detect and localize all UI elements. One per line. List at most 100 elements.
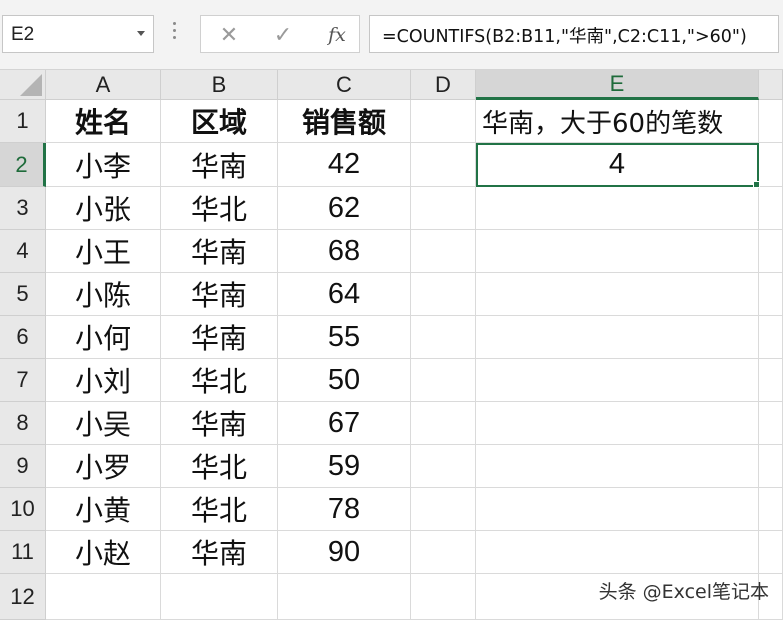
cell-d5[interactable]	[411, 273, 476, 316]
cell-a5[interactable]: 小陈	[46, 273, 161, 316]
cell-b11[interactable]: 华南	[161, 531, 278, 574]
cell-b9[interactable]: 华北	[161, 445, 278, 488]
name-box-value: E2	[11, 24, 35, 45]
cell-a8[interactable]: 小吴	[46, 402, 161, 445]
cell-e3[interactable]	[476, 187, 759, 230]
cell-f2[interactable]	[759, 143, 783, 187]
cell-a10[interactable]: 小黄	[46, 488, 161, 531]
column-header-b[interactable]: B	[161, 70, 278, 100]
cell-d4[interactable]	[411, 230, 476, 273]
cell-f3[interactable]	[759, 187, 783, 230]
cell-b8[interactable]: 华南	[161, 402, 278, 445]
cell-c10[interactable]: 78	[278, 488, 411, 531]
cell-f1[interactable]	[759, 100, 783, 143]
cell-c6[interactable]: 55	[278, 316, 411, 359]
cell-a1[interactable]: 姓名	[46, 100, 161, 143]
cell-a4[interactable]: 小王	[46, 230, 161, 273]
row-header-3[interactable]: 3	[0, 187, 46, 230]
cell-b7[interactable]: 华北	[161, 359, 278, 402]
cell-b1[interactable]: 区域	[161, 100, 278, 143]
row-header-11[interactable]: 11	[0, 531, 46, 574]
cell-f11[interactable]	[759, 531, 783, 574]
select-all-button[interactable]	[0, 70, 46, 100]
cell-c12[interactable]	[278, 574, 411, 620]
cell-d3[interactable]	[411, 187, 476, 230]
cell-f7[interactable]	[759, 359, 783, 402]
column-header-a[interactable]: A	[46, 70, 161, 100]
cell-e7[interactable]	[476, 359, 759, 402]
formula-bar: E2 ✕ ✓ fx =COUNTIFS(B2:B11,"华南",C2:C11,"…	[0, 0, 783, 70]
cell-c9[interactable]: 59	[278, 445, 411, 488]
cell-e6[interactable]	[476, 316, 759, 359]
cell-c8[interactable]: 67	[278, 402, 411, 445]
cell-d10[interactable]	[411, 488, 476, 531]
row-header-2[interactable]: 2	[0, 143, 46, 187]
confirm-icon[interactable]: ✓	[263, 16, 303, 54]
row-header-1[interactable]: 1	[0, 100, 46, 143]
row-header-7[interactable]: 7	[0, 359, 46, 402]
row-header-10[interactable]: 10	[0, 488, 46, 531]
column-header-e[interactable]: E	[476, 70, 759, 100]
cell-a11[interactable]: 小赵	[46, 531, 161, 574]
row-header-8[interactable]: 8	[0, 402, 46, 445]
cell-d9[interactable]	[411, 445, 476, 488]
cell-c3[interactable]: 62	[278, 187, 411, 230]
cancel-icon[interactable]: ✕	[209, 16, 249, 54]
cell-a2[interactable]: 小李	[46, 143, 161, 187]
cell-e10[interactable]	[476, 488, 759, 531]
cell-e1[interactable]: 华南，大于60的笔数	[476, 100, 759, 143]
cell-e5[interactable]	[476, 273, 759, 316]
formula-input[interactable]: =COUNTIFS(B2:B11,"华南",C2:C11,">60")	[369, 15, 779, 53]
cell-f6[interactable]	[759, 316, 783, 359]
cell-a7[interactable]: 小刘	[46, 359, 161, 402]
cell-a6[interactable]: 小何	[46, 316, 161, 359]
cell-b12[interactable]	[161, 574, 278, 620]
cell-d12[interactable]	[411, 574, 476, 620]
cell-b10[interactable]: 华北	[161, 488, 278, 531]
cell-d7[interactable]	[411, 359, 476, 402]
cell-a9[interactable]: 小罗	[46, 445, 161, 488]
cell-c5[interactable]: 64	[278, 273, 411, 316]
cell-d8[interactable]	[411, 402, 476, 445]
cell-d1[interactable]	[411, 100, 476, 143]
cell-d6[interactable]	[411, 316, 476, 359]
cell-f9[interactable]	[759, 445, 783, 488]
row-header-9[interactable]: 9	[0, 445, 46, 488]
cell-f10[interactable]	[759, 488, 783, 531]
cell-f5[interactable]	[759, 273, 783, 316]
cell-b2[interactable]: 华南	[161, 143, 278, 187]
cell-b3[interactable]: 华北	[161, 187, 278, 230]
column-header-c[interactable]: C	[278, 70, 411, 100]
cell-c2[interactable]: 42	[278, 143, 411, 187]
row-header-4[interactable]: 4	[0, 230, 46, 273]
chevron-down-icon[interactable]	[137, 31, 145, 36]
cell-b5[interactable]: 华南	[161, 273, 278, 316]
cell-f4[interactable]	[759, 230, 783, 273]
worksheet-grid[interactable]: 姓名 区域 销售额 华南，大于60的笔数 小李 华南 42 4 小张 华北 62 小王 华南 68 小陈 华南…	[46, 100, 783, 620]
vertical-ellipsis-icon[interactable]	[172, 22, 178, 44]
cell-e9[interactable]	[476, 445, 759, 488]
name-box[interactable]: E2	[2, 15, 154, 53]
row-header-5[interactable]: 5	[0, 273, 46, 316]
cell-d2[interactable]	[411, 143, 476, 187]
cell-e2[interactable]: 4	[476, 143, 759, 187]
column-header-d[interactable]: D	[411, 70, 476, 100]
row-header-12[interactable]: 12	[0, 574, 46, 620]
formula-buttons: ✕ ✓ fx	[200, 15, 360, 53]
cell-c4[interactable]: 68	[278, 230, 411, 273]
cell-b6[interactable]: 华南	[161, 316, 278, 359]
cell-c1[interactable]: 销售额	[278, 100, 411, 143]
cell-d11[interactable]	[411, 531, 476, 574]
cell-a12[interactable]	[46, 574, 161, 620]
cell-e8[interactable]	[476, 402, 759, 445]
cell-e4[interactable]	[476, 230, 759, 273]
cell-c7[interactable]: 50	[278, 359, 411, 402]
cell-f8[interactable]	[759, 402, 783, 445]
fill-handle[interactable]	[753, 181, 760, 188]
cell-e11[interactable]	[476, 531, 759, 574]
cell-a3[interactable]: 小张	[46, 187, 161, 230]
cell-b4[interactable]: 华南	[161, 230, 278, 273]
row-header-6[interactable]: 6	[0, 316, 46, 359]
insert-function-button[interactable]: fx	[317, 16, 357, 54]
cell-c11[interactable]: 90	[278, 531, 411, 574]
